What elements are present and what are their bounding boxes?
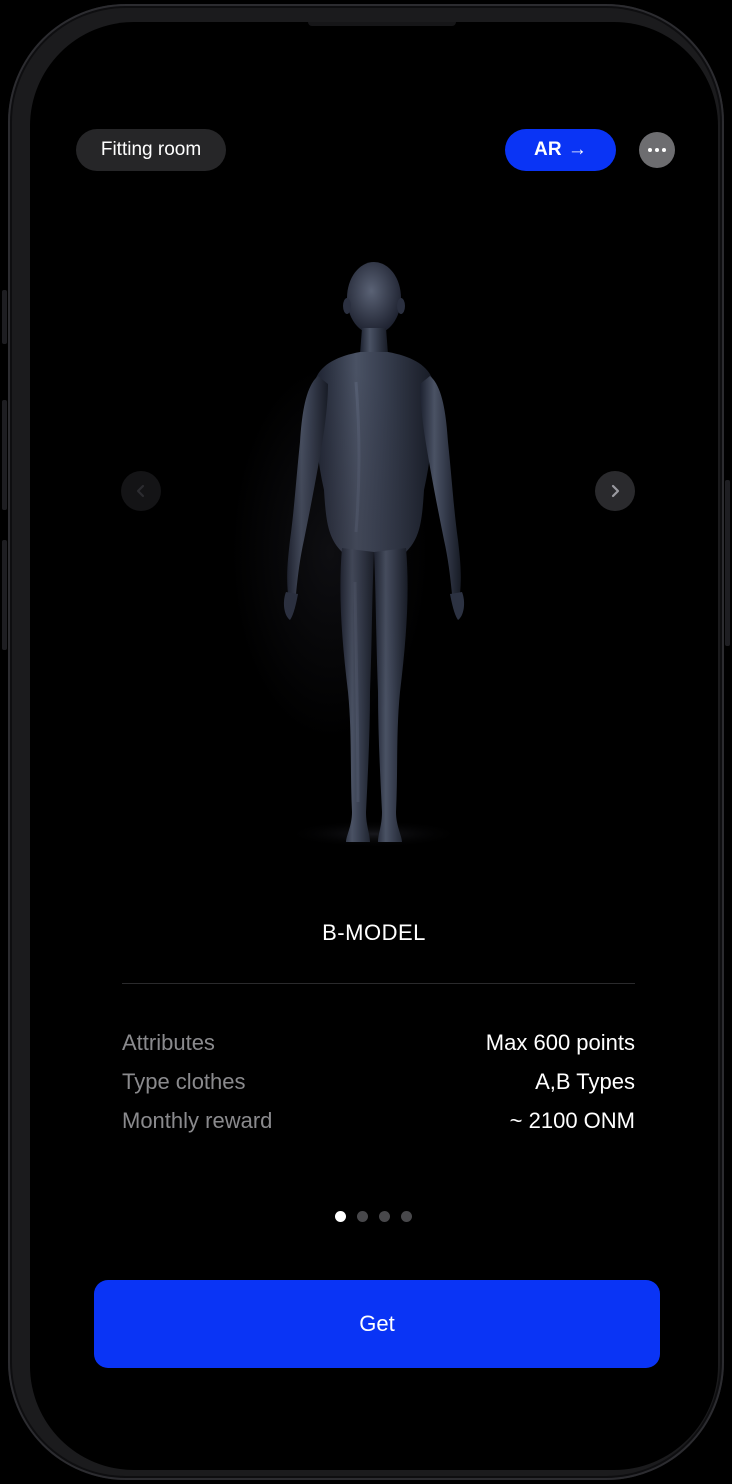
attribute-row: Monthly reward ~ 2100 ONM	[122, 1106, 635, 1136]
attribute-value: Max 600 points	[485, 1030, 635, 1055]
attribute-label: Type clothes	[122, 1069, 246, 1094]
chevron-right-icon	[611, 484, 620, 498]
model-backlight	[230, 362, 430, 742]
ar-label: AR	[533, 139, 562, 160]
fitting-room-button[interactable]: Fitting room	[76, 129, 226, 171]
attribute-value: ~ 2100 ONM	[509, 1108, 635, 1133]
power-button	[725, 480, 730, 646]
page-dot[interactable]	[401, 1211, 412, 1222]
page-dot[interactable]	[379, 1211, 390, 1222]
attribute-row: Type clothes A,B Types	[122, 1067, 635, 1097]
previous-model-button[interactable]	[121, 471, 161, 511]
speaker-notch	[308, 22, 456, 26]
attribute-row: Attributes Max 600 points	[122, 1028, 635, 1058]
volume-up-button	[2, 400, 7, 510]
action-button	[2, 290, 7, 344]
divider	[122, 983, 635, 984]
chevron-left-icon	[136, 484, 145, 498]
volume-down-button	[2, 540, 7, 650]
attribute-value: A,B Types	[535, 1069, 635, 1094]
avatar-model-viewer[interactable]	[210, 222, 540, 862]
more-horizontal-icon	[648, 148, 666, 152]
page-indicator[interactable]	[335, 1211, 412, 1222]
get-button-label: Get	[359, 1311, 395, 1336]
more-options-button[interactable]	[639, 132, 675, 168]
page-dot[interactable]	[357, 1211, 368, 1222]
next-model-button[interactable]	[595, 471, 635, 511]
get-button[interactable]: Get	[94, 1280, 660, 1368]
arrow-right-icon: →	[567, 139, 588, 160]
phone-frame: Fitting room AR → B-MODEL Attributes Max…	[2, 4, 730, 1480]
attribute-label: Monthly reward	[122, 1108, 273, 1133]
attribute-label: Attributes	[122, 1030, 215, 1055]
app-screen: Fitting room AR → B-MODEL Attributes Max…	[30, 22, 718, 1470]
fitting-room-label: Fitting room	[100, 139, 202, 160]
page-dot[interactable]	[335, 1211, 346, 1222]
ar-button[interactable]: AR →	[505, 129, 616, 171]
model-name: B-MODEL	[322, 920, 426, 945]
